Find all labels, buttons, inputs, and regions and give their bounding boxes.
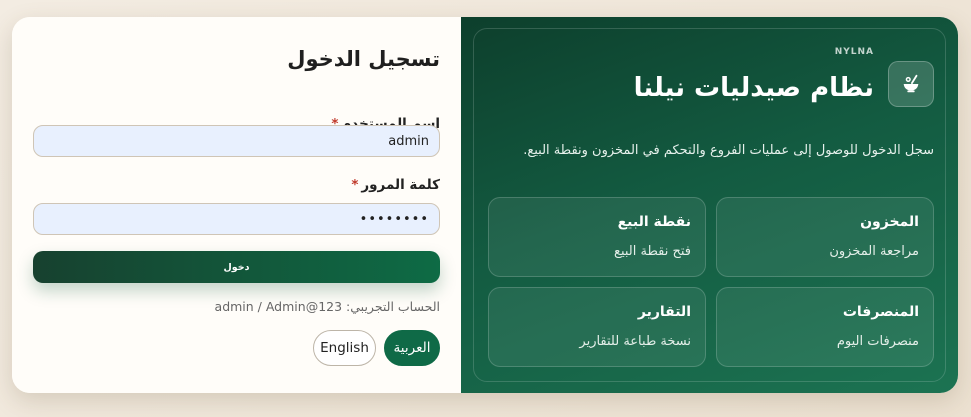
language-arabic-button[interactable]: العربية xyxy=(384,330,440,366)
tile-expenses[interactable]: المنصرفات منصرفات اليوم xyxy=(716,287,934,367)
tile-reports-title: التقارير xyxy=(637,304,691,320)
pharmacy-logo-icon xyxy=(888,61,934,107)
tile-expenses-title: المنصرفات xyxy=(842,304,919,320)
brand-tag: NYLNA xyxy=(834,47,874,57)
brand-title: نظام صيدليات نيلنا xyxy=(633,73,874,103)
username-input[interactable]: admin xyxy=(33,125,440,157)
brand-panel: NYLNA نظام صيدليات نيلنا سجل الدخول للوص… xyxy=(461,17,958,393)
login-form-pane: تسجيل الدخول اسم المستخدم* admin كلمة ال… xyxy=(12,17,461,393)
tile-inventory[interactable]: المخزون مراجعة المخزون xyxy=(716,197,934,277)
login-button[interactable]: دخول xyxy=(33,251,440,283)
password-required-mark: * xyxy=(351,177,359,193)
tile-point-of-sale[interactable]: نقطة البيع فتح نقطة البيع xyxy=(488,197,706,277)
tile-inventory-subtitle: مراجعة المخزون xyxy=(829,244,919,259)
brand-description: سجل الدخول للوصول إلى عمليات الفروع والت… xyxy=(523,143,934,158)
language-english-button[interactable]: English xyxy=(313,330,376,366)
mortar-pestle-icon xyxy=(903,74,919,93)
tile-pos-title: نقطة البيع xyxy=(617,214,691,230)
password-value: •••••••• xyxy=(359,211,429,227)
username-value: admin xyxy=(388,133,429,149)
tile-expenses-subtitle: منصرفات اليوم xyxy=(836,334,919,349)
demo-account-hint: الحساب التجريبي: admin / Admin@123 xyxy=(214,299,440,314)
tile-reports-subtitle: نسخة طباعة للتقارير xyxy=(579,334,691,349)
tile-inventory-title: المخزون xyxy=(860,214,919,230)
password-label: كلمة المرور* xyxy=(351,177,440,193)
language-switcher: العربية English xyxy=(313,330,440,366)
password-input[interactable]: •••••••• xyxy=(33,203,440,235)
login-title: تسجيل الدخول xyxy=(287,47,440,71)
tile-reports[interactable]: التقارير نسخة طباعة للتقارير xyxy=(488,287,706,367)
login-card: تسجيل الدخول اسم المستخدم* admin كلمة ال… xyxy=(12,17,958,393)
password-label-text: كلمة المرور xyxy=(361,177,440,193)
tile-pos-subtitle: فتح نقطة البيع xyxy=(614,244,691,259)
